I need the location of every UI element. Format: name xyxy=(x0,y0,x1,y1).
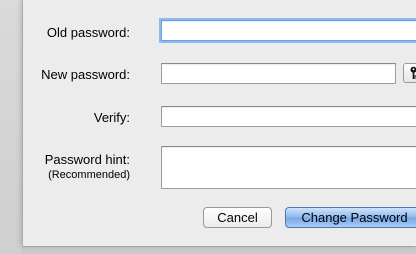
old-password-field[interactable] xyxy=(161,20,416,41)
new-password-field[interactable] xyxy=(161,63,396,84)
password-hint-label: Password hint: xyxy=(44,152,130,167)
password-assistant-button[interactable] xyxy=(403,63,416,83)
verify-label: Verify: xyxy=(93,110,130,125)
change-password-sheet: Old password: New password: Verify: Pass… xyxy=(23,0,416,246)
old-password-label: Old password: xyxy=(46,25,130,40)
password-hint-sublabel: (Recommended) xyxy=(48,169,130,181)
change-password-button[interactable]: Change Password xyxy=(285,207,416,228)
cancel-button[interactable]: Cancel xyxy=(203,207,272,228)
new-password-label: New password: xyxy=(41,67,130,82)
background-sidebar xyxy=(0,0,23,254)
key-icon xyxy=(410,66,416,79)
password-hint-field[interactable] xyxy=(161,146,416,189)
verify-field[interactable] xyxy=(161,106,416,127)
background-window xyxy=(22,246,416,254)
